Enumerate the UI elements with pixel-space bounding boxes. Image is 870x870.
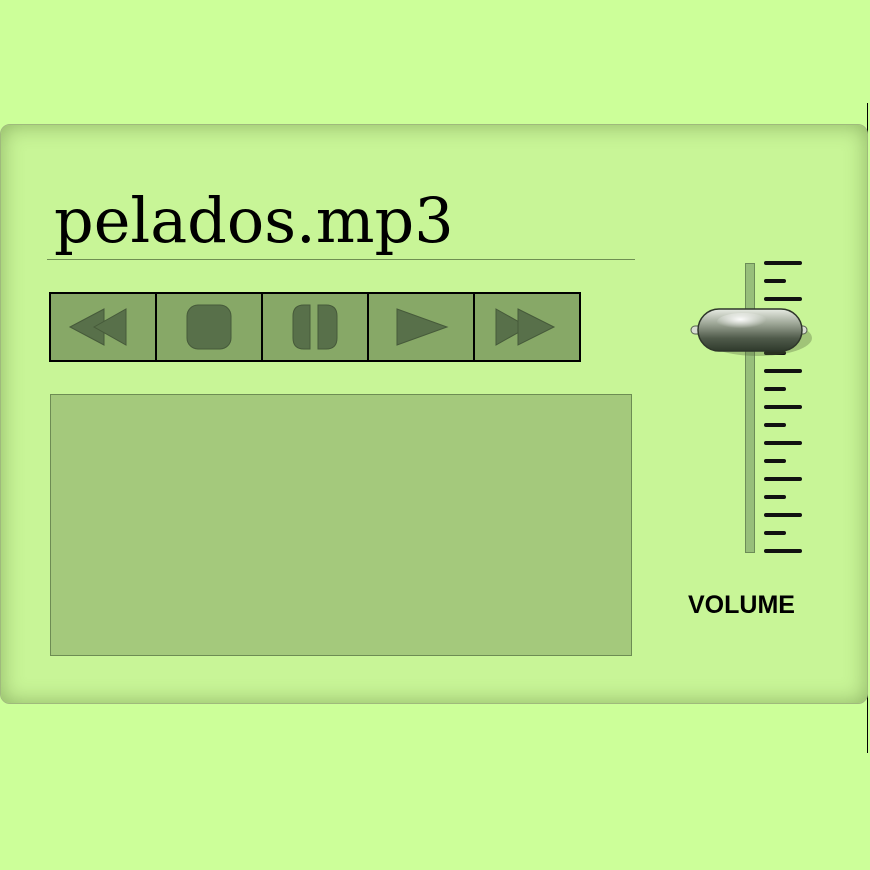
transport-controls <box>49 292 581 362</box>
stop-button[interactable] <box>155 292 263 362</box>
volume-knob[interactable] <box>688 306 812 356</box>
track-title: pelados.mp3 <box>54 184 454 257</box>
pause-icon <box>292 304 338 350</box>
title-divider <box>47 259 635 260</box>
volume-label: VOLUME <box>688 591 795 619</box>
rewind-icon <box>68 308 127 346</box>
fast-forward-button[interactable] <box>473 292 581 362</box>
fast-forward-icon <box>495 308 556 346</box>
visualization-display <box>50 394 632 656</box>
play-button[interactable] <box>367 292 475 362</box>
stop-icon <box>186 304 232 350</box>
rewind-button[interactable] <box>49 292 157 362</box>
volume-scale-ticks <box>764 261 802 553</box>
play-icon <box>396 308 449 346</box>
pause-button[interactable] <box>261 292 369 362</box>
